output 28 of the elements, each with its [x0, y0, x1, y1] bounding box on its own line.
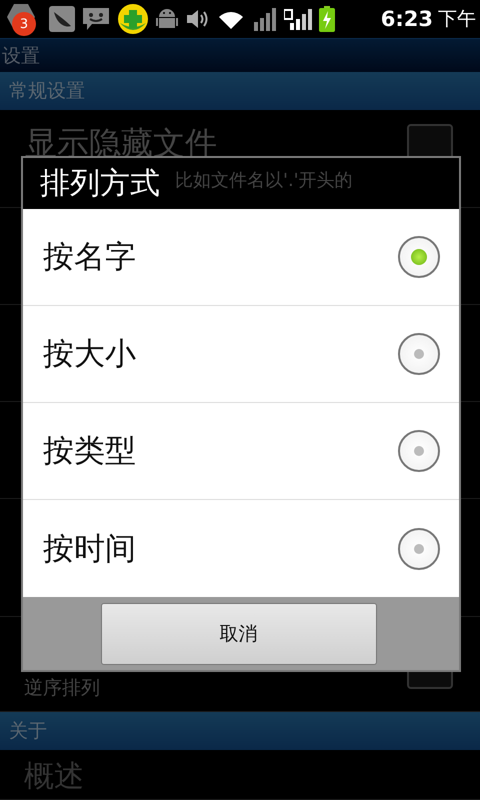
notification-badge: 3 [12, 12, 36, 36]
clock: 6:23 [380, 7, 433, 31]
setting-summary: 比如文件名以'.'开头的 [175, 169, 353, 192]
screen-title: 设置 [2, 44, 40, 68]
setting-summary: 逆序排列 [24, 676, 101, 701]
option-label: 按时间 [43, 530, 137, 568]
plus-circle-icon [117, 3, 149, 35]
option-row[interactable]: 按名字 [23, 209, 459, 306]
option-label: 按名字 [43, 238, 137, 277]
cancel-button[interactable]: 取消 [100, 602, 376, 664]
section-header: 关于 [9, 719, 47, 744]
speaker-icon [185, 7, 209, 31]
section-header: 常规设置 [9, 79, 85, 104]
radio-button[interactable] [398, 430, 440, 472]
dialog-title: 排列方式 [40, 165, 160, 203]
leaf-icon [49, 6, 75, 32]
option-row[interactable]: 按类型 [23, 403, 459, 500]
option-row[interactable]: 按大小 [23, 306, 459, 403]
signal-icon [253, 6, 277, 32]
battery-icon [319, 6, 335, 32]
radio-button[interactable] [398, 236, 440, 278]
option-label: 按类型 [43, 432, 137, 471]
option-label: 按大小 [43, 335, 137, 374]
clock-period: 下午 [438, 7, 476, 32]
radio-button[interactable] [398, 528, 440, 570]
signal-icon [284, 7, 312, 31]
option-row[interactable]: 按时间 [23, 500, 459, 597]
radio-button[interactable] [398, 333, 440, 375]
